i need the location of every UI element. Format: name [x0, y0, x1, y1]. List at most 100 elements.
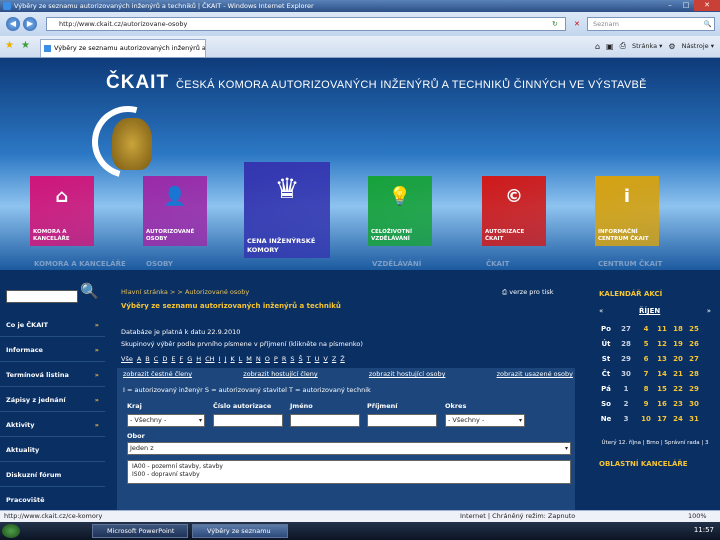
- calendar-day[interactable]: 28: [687, 370, 701, 378]
- prev-month-button[interactable]: «: [599, 307, 603, 315]
- calendar-day[interactable]: 9: [639, 400, 653, 408]
- calendar-day[interactable]: 14: [655, 370, 669, 378]
- print-version-link[interactable]: ⎙ verze pro tisk: [502, 288, 553, 297]
- obor-select[interactable]: Jeden z ▾: [127, 442, 571, 455]
- tile-vzdelavani[interactable]: 💡 CELOŽIVOTNÍ VZDĚLÁVÁNÍ: [368, 176, 432, 246]
- sidebar-item-aktuality[interactable]: Aktuality: [0, 439, 105, 462]
- tile-osoby[interactable]: 👤 AUTORIZOVANÉ OSOBY: [143, 176, 207, 246]
- task-powerpoint[interactable]: Microsoft PowerPoint: [92, 524, 188, 538]
- letter-link[interactable]: I: [219, 355, 221, 363]
- calendar-day[interactable]: 13: [655, 355, 669, 363]
- breadcrumb[interactable]: Hlavní stránka > > Autorizované osoby: [121, 288, 249, 296]
- letter-link[interactable]: E: [171, 355, 175, 363]
- prijmeni-input[interactable]: [367, 414, 437, 427]
- refresh-icon[interactable]: ↻: [552, 20, 558, 28]
- calendar-event-note[interactable]: Úterý 12. října | Brno | Správní rada | …: [599, 440, 711, 447]
- letter-link[interactable]: F: [179, 355, 183, 363]
- jmeno-input[interactable]: [290, 414, 360, 427]
- calendar-day[interactable]: 31: [687, 415, 701, 423]
- feeds-icon[interactable]: ▣: [606, 42, 614, 51]
- sidebar-item-co-je-ckait[interactable]: Co je ČKAIT »: [0, 314, 105, 337]
- kraj-select[interactable]: - Všechny - ▾: [127, 414, 205, 427]
- sidebar-item-informace[interactable]: Informace »: [0, 339, 105, 362]
- letter-link[interactable]: L: [239, 355, 243, 363]
- letter-link[interactable]: Vše: [121, 355, 133, 363]
- calendar-day[interactable]: 27: [619, 325, 633, 333]
- calendar-day[interactable]: 27: [687, 355, 701, 363]
- stop-icon[interactable]: ✕: [574, 20, 580, 28]
- letter-link[interactable]: Š: [299, 355, 303, 363]
- letter-link[interactable]: G: [187, 355, 192, 363]
- sidebar-item-pracoviste[interactable]: Pracoviště: [0, 489, 105, 510]
- calendar-day[interactable]: 25: [687, 325, 701, 333]
- print-icon[interactable]: ⎙: [620, 41, 626, 51]
- okres-select[interactable]: - Všechny - ▾: [445, 414, 525, 427]
- page-menu[interactable]: Stránka ▾: [632, 42, 662, 50]
- letter-link[interactable]: D: [162, 355, 167, 363]
- tile-autorizace[interactable]: © AUTORIZACE ČKAIT: [482, 176, 546, 246]
- forward-button[interactable]: ▶: [23, 17, 37, 31]
- next-month-button[interactable]: »: [707, 307, 711, 315]
- calendar-day[interactable]: 8: [639, 385, 653, 393]
- maximize-button[interactable]: □: [678, 0, 694, 11]
- tools-menu[interactable]: Nástroje ▾: [682, 42, 714, 50]
- site-search-input[interactable]: [6, 290, 78, 303]
- calendar-day[interactable]: 7: [639, 370, 653, 378]
- letter-link[interactable]: A: [137, 355, 141, 363]
- start-button[interactable]: [2, 524, 20, 538]
- calendar-day[interactable]: 11: [655, 325, 669, 333]
- calendar-day[interactable]: 1: [619, 385, 633, 393]
- letter-link[interactable]: J: [224, 355, 226, 363]
- calendar-day[interactable]: 2: [619, 400, 633, 408]
- add-favorite-icon[interactable]: ★: [21, 40, 30, 51]
- calendar-day[interactable]: 21: [671, 370, 685, 378]
- sidebar-item-aktivity[interactable]: Aktivity »: [0, 414, 105, 437]
- site-search-icon[interactable]: 🔍: [80, 282, 99, 300]
- calendar-day[interactable]: 4: [639, 325, 653, 333]
- letter-link[interactable]: U: [315, 355, 320, 363]
- calendar-day[interactable]: 30: [687, 400, 701, 408]
- letter-link[interactable]: Z: [332, 355, 336, 363]
- letter-link[interactable]: K: [230, 355, 234, 363]
- link-hostujici-clenove[interactable]: zobrazit hostující členy: [243, 370, 318, 378]
- favorites-star-icon[interactable]: ★: [5, 40, 14, 51]
- calendar-day[interactable]: 5: [639, 340, 653, 348]
- list-item[interactable]: IS00 - dopravní stavby: [132, 471, 566, 479]
- cislo-autorizace-input[interactable]: [213, 414, 283, 427]
- zoom-level[interactable]: 100%: [688, 511, 707, 522]
- sidebar-item-zapisy[interactable]: Zápisy z jednání »: [0, 389, 105, 412]
- letter-link[interactable]: T: [307, 355, 311, 363]
- calendar-day[interactable]: 30: [619, 370, 633, 378]
- letter-link[interactable]: V: [323, 355, 327, 363]
- letter-link[interactable]: M: [246, 355, 252, 363]
- link-usazene-osoby[interactable]: zobrazit usazené osoby: [497, 370, 573, 378]
- calendar-month[interactable]: ŘÍJEN: [639, 307, 660, 315]
- calendar-day[interactable]: 3: [619, 415, 633, 423]
- back-button[interactable]: ◀: [6, 17, 20, 31]
- letter-link[interactable]: N: [256, 355, 261, 363]
- home-icon[interactable]: ⌂: [595, 42, 600, 51]
- tab-active[interactable]: Výběry ze seznamu autorizovaných inženýr…: [40, 39, 206, 57]
- calendar-day[interactable]: 24: [671, 415, 685, 423]
- link-cestni-clenove[interactable]: zobrazit čestné členy: [123, 370, 192, 378]
- calendar-day[interactable]: 6: [639, 355, 653, 363]
- calendar-day[interactable]: 15: [655, 385, 669, 393]
- calendar-day[interactable]: 26: [687, 340, 701, 348]
- tools-icon[interactable]: ⚙: [668, 42, 675, 51]
- calendar-day[interactable]: 19: [671, 340, 685, 348]
- calendar-day[interactable]: 16: [655, 400, 669, 408]
- letter-link[interactable]: Ž: [340, 355, 344, 363]
- calendar-day[interactable]: 10: [639, 415, 653, 423]
- search-input[interactable]: Seznam 🔍: [587, 17, 715, 31]
- tile-komora[interactable]: ⌂ KOMORA A KANCELÁŘE: [30, 176, 94, 246]
- calendar-day[interactable]: 23: [671, 400, 685, 408]
- tile-informacni-centrum[interactable]: i INFORMAČNÍ CENTRUM ČKAIT: [595, 176, 659, 246]
- obor-listbox[interactable]: IA00 - pozemní stavby, stavby IS00 - dop…: [127, 460, 571, 484]
- list-item[interactable]: IA00 - pozemní stavby, stavby: [132, 463, 566, 471]
- letter-link[interactable]: S: [290, 355, 294, 363]
- tile-cena[interactable]: ♛ CENA INŽENÝRSKÉ KOMORY: [244, 162, 330, 258]
- letter-link[interactable]: B: [145, 355, 149, 363]
- calendar-day[interactable]: 29: [619, 355, 633, 363]
- site-logo[interactable]: ČKAIT: [106, 72, 169, 94]
- calendar-day[interactable]: 18: [671, 325, 685, 333]
